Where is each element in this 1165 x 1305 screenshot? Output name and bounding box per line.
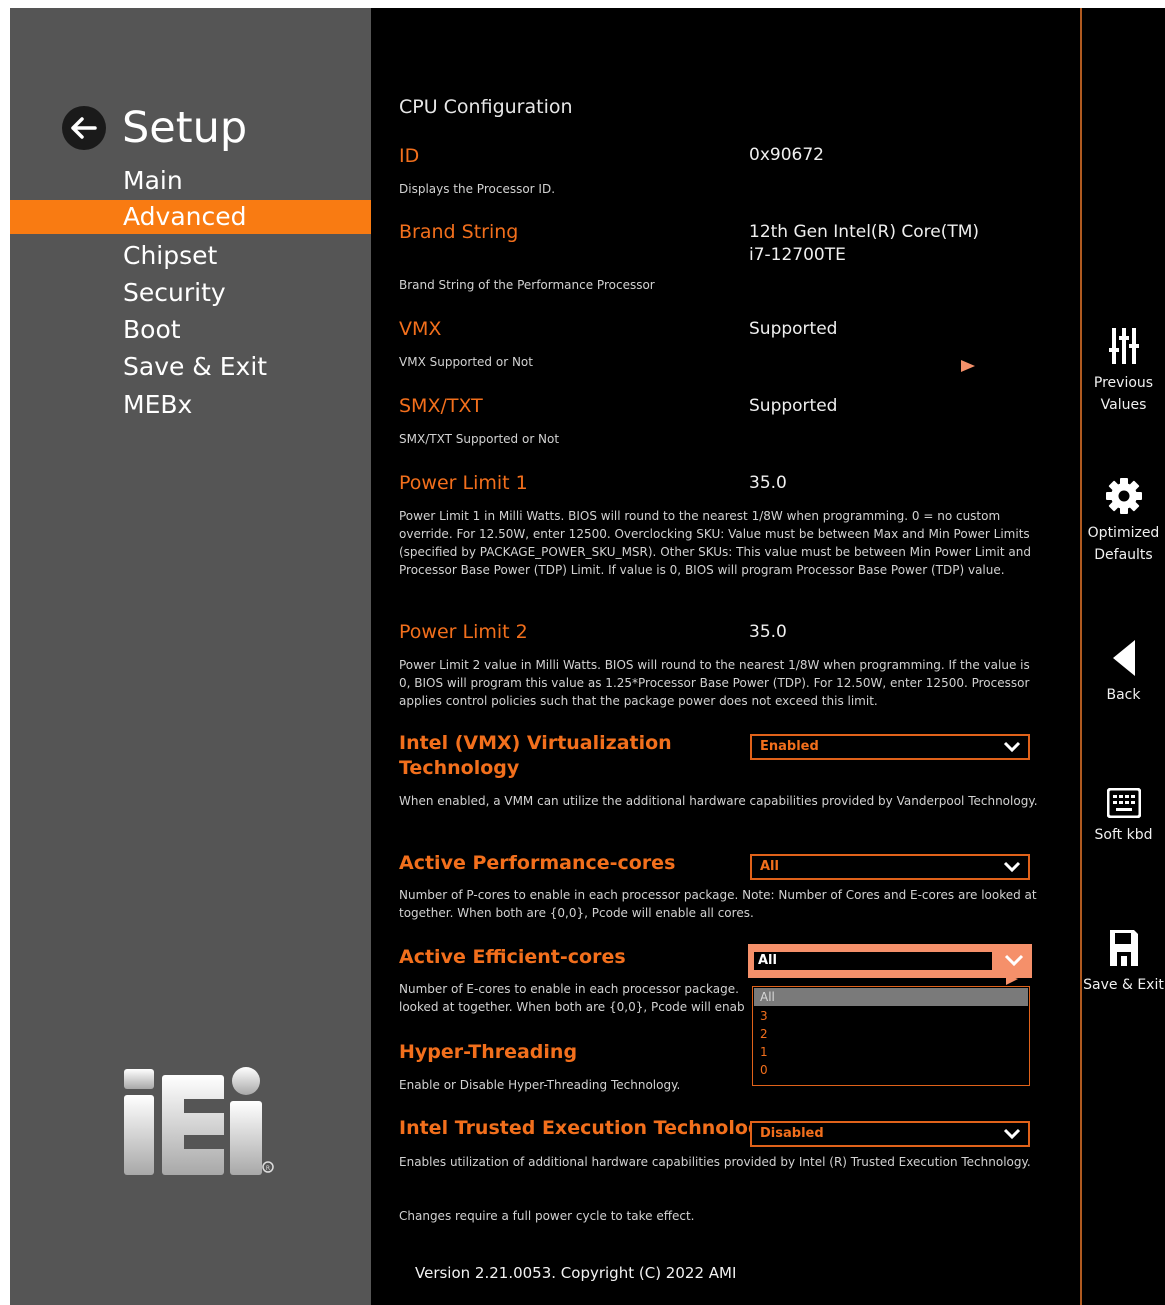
soft-keyboard-button[interactable]: Soft kbd (1082, 788, 1165, 846)
chevron-down-icon (1003, 861, 1021, 873)
power-limit-2-help: Power Limit 2 value in Milli Watts. BIOS… (399, 658, 1030, 708)
id-value: 0x90672 (749, 145, 824, 165)
performance-cores-value: All (760, 859, 779, 874)
mouse-cursor-icon (1006, 974, 1018, 985)
id-help: Displays the Processor ID. (399, 182, 556, 196)
toolbar: Previous Values Optimized Defaults Back (1080, 8, 1165, 1305)
efficient-cores-options: All 3 2 1 0 (752, 986, 1030, 1086)
floppy-disk-icon (1109, 930, 1138, 966)
virtualization-value: Enabled (760, 739, 819, 754)
previous-values-label-1: Previous (1093, 375, 1154, 391)
nav-advanced[interactable]: Advanced (10, 200, 371, 234)
efficient-cores-help-1: Number of E-cores to enable in each proc… (399, 982, 739, 996)
optimized-defaults-button[interactable]: Optimized Defaults (1082, 476, 1165, 566)
keyboard-icon (1106, 788, 1141, 818)
page-title: CPU Configuration (399, 96, 573, 118)
option-2[interactable]: 2 (754, 1025, 1028, 1043)
option-1[interactable]: 1 (754, 1043, 1028, 1061)
hyper-threading-label: Hyper-Threading (399, 1041, 578, 1063)
virtualization-dropdown[interactable]: Enabled (750, 734, 1030, 760)
previous-values-label-2: Values (1100, 397, 1147, 413)
smx-txt-label: SMX/TXT (399, 395, 483, 417)
nav-save-exit[interactable]: Save & Exit (10, 350, 371, 384)
power-limit-2-value[interactable]: 35.0 (749, 622, 787, 642)
optimized-defaults-label-2: Defaults (1094, 547, 1153, 563)
performance-cores-help: Number of P-cores to enable in each proc… (399, 888, 1037, 920)
smx-txt-value: Supported (749, 396, 838, 416)
mouse-cursor-icon (961, 360, 975, 372)
chevron-down-icon (1003, 1128, 1021, 1140)
power-limit-1-label[interactable]: Power Limit 1 (399, 472, 528, 494)
nav-security[interactable]: Security (10, 276, 371, 310)
back-triangle-icon (1112, 640, 1135, 676)
smx-txt-help: SMX/TXT Supported or Not (399, 432, 560, 446)
version-text: Version 2.21.0053. Copyright (C) 2022 AM… (415, 1264, 737, 1282)
nav-boot[interactable]: Boot (10, 313, 371, 347)
hyper-threading-help: Enable or Disable Hyper-Threading Techno… (399, 1078, 681, 1092)
vmx-help: VMX Supported or Not (399, 355, 533, 369)
id-label: ID (399, 145, 420, 167)
vmx-value: Supported (749, 319, 838, 339)
gear-icon (1105, 478, 1142, 514)
txt-note: Changes require a full power cycle to ta… (399, 1209, 695, 1223)
nav-mebx[interactable]: MEBx (10, 388, 371, 422)
nav-chipset[interactable]: Chipset (10, 239, 371, 273)
bios-screen: Setup Main Advanced Chipset Security Boo… (10, 8, 1165, 1305)
sidebar: Setup Main Advanced Chipset Security Boo… (10, 8, 371, 1305)
brand-string-label: Brand String (399, 221, 519, 243)
efficient-cores-value: All (754, 952, 992, 970)
save-exit-button[interactable]: Save & Exit (1082, 928, 1165, 996)
optimized-defaults-label-1: Optimized (1087, 525, 1160, 541)
txt-dropdown[interactable]: Disabled (750, 1121, 1030, 1147)
txt-help: Enables utilization of additional hardwa… (399, 1155, 1031, 1169)
power-limit-2-label[interactable]: Power Limit 2 (399, 621, 528, 643)
chevron-down-icon (1004, 954, 1024, 967)
back-label: Back (1106, 687, 1141, 703)
soft-keyboard-label: Soft kbd (1094, 827, 1153, 843)
brand-string-help: Brand String of the Performance Processo… (399, 278, 655, 292)
efficient-cores-label: Active Efficient-cores (399, 946, 626, 968)
txt-value: Disabled (760, 1126, 824, 1141)
svg-text:R: R (266, 1165, 270, 1172)
chevron-down-icon (1003, 741, 1021, 753)
efficient-cores-help-2: looked at together. When both are {0,0},… (399, 1000, 745, 1014)
power-limit-1-help: Power Limit 1 in Milli Watts. BIOS will … (399, 509, 1031, 577)
previous-values-button[interactable]: Previous Values (1082, 326, 1165, 416)
virtualization-label-1: Intel (VMX) Virtualization (399, 732, 672, 754)
option-all[interactable]: All (754, 988, 1028, 1006)
performance-cores-dropdown[interactable]: All (750, 854, 1030, 880)
back-button[interactable]: Back (1082, 638, 1165, 706)
setup-header: Setup (62, 100, 247, 156)
efficient-cores-dropdown[interactable]: All (748, 944, 1032, 978)
save-exit-label: Save & Exit (1083, 977, 1164, 993)
power-limit-1-value[interactable]: 35.0 (749, 473, 787, 493)
option-3[interactable]: 3 (754, 1007, 1028, 1025)
vmx-label: VMX (399, 318, 442, 340)
setup-title: Setup (122, 103, 248, 153)
iei-logo: R (122, 1063, 282, 1187)
sliders-icon (1108, 328, 1139, 364)
txt-label: Intel Trusted Execution Technology (399, 1117, 774, 1139)
cpu-configuration-panel: CPU Configuration ID 0x90672 Displays th… (371, 8, 1080, 1305)
performance-cores-label: Active Performance-cores (399, 852, 676, 874)
brand-string-value-2: i7-12700TE (749, 245, 846, 265)
virtualization-help: When enabled, a VMM can utilize the addi… (399, 794, 1038, 808)
nav-main[interactable]: Main (10, 164, 371, 198)
back-arrow-icon[interactable] (62, 106, 106, 150)
brand-string-value-1: 12th Gen Intel(R) Core(TM) (749, 222, 980, 242)
virtualization-label-2: Technology (399, 757, 520, 779)
